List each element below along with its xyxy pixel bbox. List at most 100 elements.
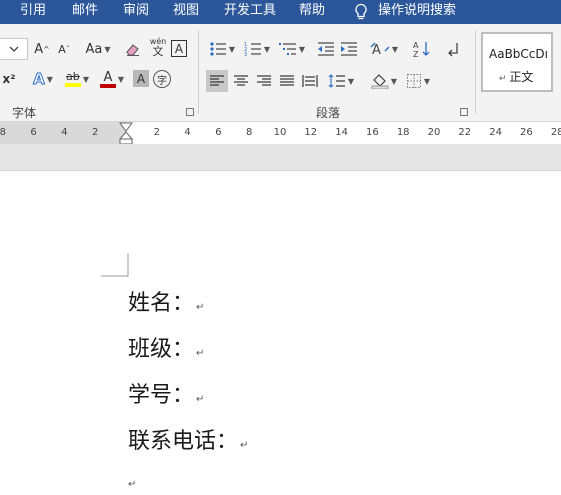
shading-button[interactable]: ▼ [368,70,400,92]
superscript-button[interactable]: x² [0,68,18,90]
group-separator [475,30,476,114]
document-line[interactable]: 班级： ↵ [128,331,204,363]
enclose-characters-button[interactable]: 字 [153,70,171,88]
multilevel-list-button[interactable]: ▼ [276,38,308,60]
show-hide-marks-button[interactable] [444,38,462,60]
chinese-layout-icon: A [370,42,390,57]
text-effects-button[interactable]: A ▼ [28,68,58,90]
increase-indent-icon [341,42,357,56]
distributed-button[interactable] [299,70,321,92]
ruler-number: 4 [184,127,191,138]
empty-paragraph-mark[interactable]: ↵ [128,479,136,490]
svg-text:Z: Z [413,50,419,58]
eraser-icon [126,44,139,56]
decrease-indent-button[interactable] [316,38,336,60]
align-left-icon [210,75,224,86]
line-spacing-icon [328,74,345,88]
align-right-icon [257,75,271,86]
page-corner-mark [101,253,129,277]
document-line[interactable]: 姓名： ↵ [128,285,204,317]
style-normal[interactable]: AaBbCcDı ↵ 正文 [481,32,553,92]
borders-button[interactable]: ▼ [403,70,433,92]
font-dialog-launcher[interactable] [186,108,194,116]
text-effects-icon: A [33,70,46,89]
shrink-font-button[interactable]: Aˇ [54,38,74,60]
ruler-number: 4 [61,127,68,138]
char-shading-label: A [136,71,146,86]
ruler-number: 2 [153,127,160,138]
tab-help[interactable]: 帮助 [299,0,325,24]
style-name-label: 正文 [509,70,534,84]
align-left-button[interactable] [206,70,228,92]
bullets-button[interactable]: ▼ [206,38,238,60]
character-border-button[interactable]: A [171,40,187,57]
change-case-label: Aa [85,41,103,57]
tab-view[interactable]: 视图 [173,0,199,24]
chinese-layout-button[interactable]: A ▼ [368,38,400,60]
ruler-number: 16 [366,127,379,138]
change-case-button[interactable]: Aa ▼ [82,38,114,60]
tell-me-search[interactable]: 操作说明搜索 [378,0,456,24]
svg-text:3: 3 [244,52,247,57]
paragraph-mark-icon: ↵ [240,440,249,451]
ruler-number: 12 [304,127,318,138]
document-line[interactable]: 联系电话： ↵ [128,423,248,455]
phonetic-guide-button[interactable]: wén 文 [148,36,168,58]
ruler-number: 28 [550,127,561,138]
highlight-icon: ab [66,70,80,83]
paragraph-dialog-launcher[interactable] [460,108,468,116]
character-shading-button[interactable]: A [133,70,149,87]
numbered-list-icon: 123 [244,42,261,57]
font-color-button[interactable]: A ▼ [97,68,127,90]
ruler-number: 6 [215,127,222,138]
highlight-swatch [64,83,81,87]
grow-font-button[interactable]: A ^ [32,38,52,60]
paragraph-mark-icon: ↵ [196,394,205,405]
clear-formatting-button[interactable] [122,38,144,60]
style-name: ↵ 正文 [499,70,534,84]
document-page[interactable]: 姓名： ↵ 班级： ↵ 学号： ↵ 联系电话： ↵ ↵ [0,171,561,495]
superscript-label: x² [2,72,16,86]
svg-text:A: A [413,41,419,50]
ruler-number: 26 [520,127,533,138]
tab-references[interactable]: 引用 [20,0,46,24]
numbering-button[interactable]: 1 2 3 ▼ [241,38,273,60]
group-separator [198,30,199,114]
ruler-number: 2 [92,127,99,138]
multilevel-list-icon [278,43,296,55]
ruler-number: 24 [489,127,502,138]
paragraph-mark-icon [448,43,458,57]
tab-mailings[interactable]: 邮件 [72,0,98,24]
horizontal-ruler[interactable]: 8 6 4 2 2 4 6 8 10 12 14 16 18 20 22 24 26 28 [0,122,561,144]
increase-indent-button[interactable] [339,38,359,60]
align-center-button[interactable] [230,70,252,92]
justify-icon [280,75,294,86]
font-size-dropdown[interactable] [0,38,28,60]
font-color-swatch [99,83,116,88]
line-text-class: 班级： [128,337,195,362]
font-group-label: 字体 [12,106,37,120]
highlight-color-button[interactable]: ab ▼ [62,68,92,90]
ruler-gray-band [0,144,561,171]
char-border-label: A [174,41,184,56]
shrink-font-label: A [58,42,66,56]
tab-developer[interactable]: 开发工具 [224,0,276,24]
document-line[interactable]: 学号： ↵ [128,377,204,409]
bullet-list-icon [210,42,226,56]
ruler-number: 10 [273,127,287,138]
paragraph-mark-icon: ↵ [196,302,205,313]
ruler-number: 20 [427,127,441,138]
line-spacing-button[interactable]: ▼ [326,70,356,92]
justify-button[interactable] [276,70,298,92]
tab-review[interactable]: 审阅 [123,0,149,24]
paragraph-group-label: 段落 [316,106,341,120]
indent-markers[interactable] [119,122,133,144]
borders-icon [406,74,421,88]
chevron-down-icon [9,46,18,52]
sort-icon: AZ [413,41,430,58]
ruler-number: 22 [458,127,472,138]
sort-button[interactable]: AZ [411,38,433,60]
align-right-button[interactable] [253,70,275,92]
phonetic-char: 文 [152,45,164,58]
font-color-icon: A [103,69,113,85]
